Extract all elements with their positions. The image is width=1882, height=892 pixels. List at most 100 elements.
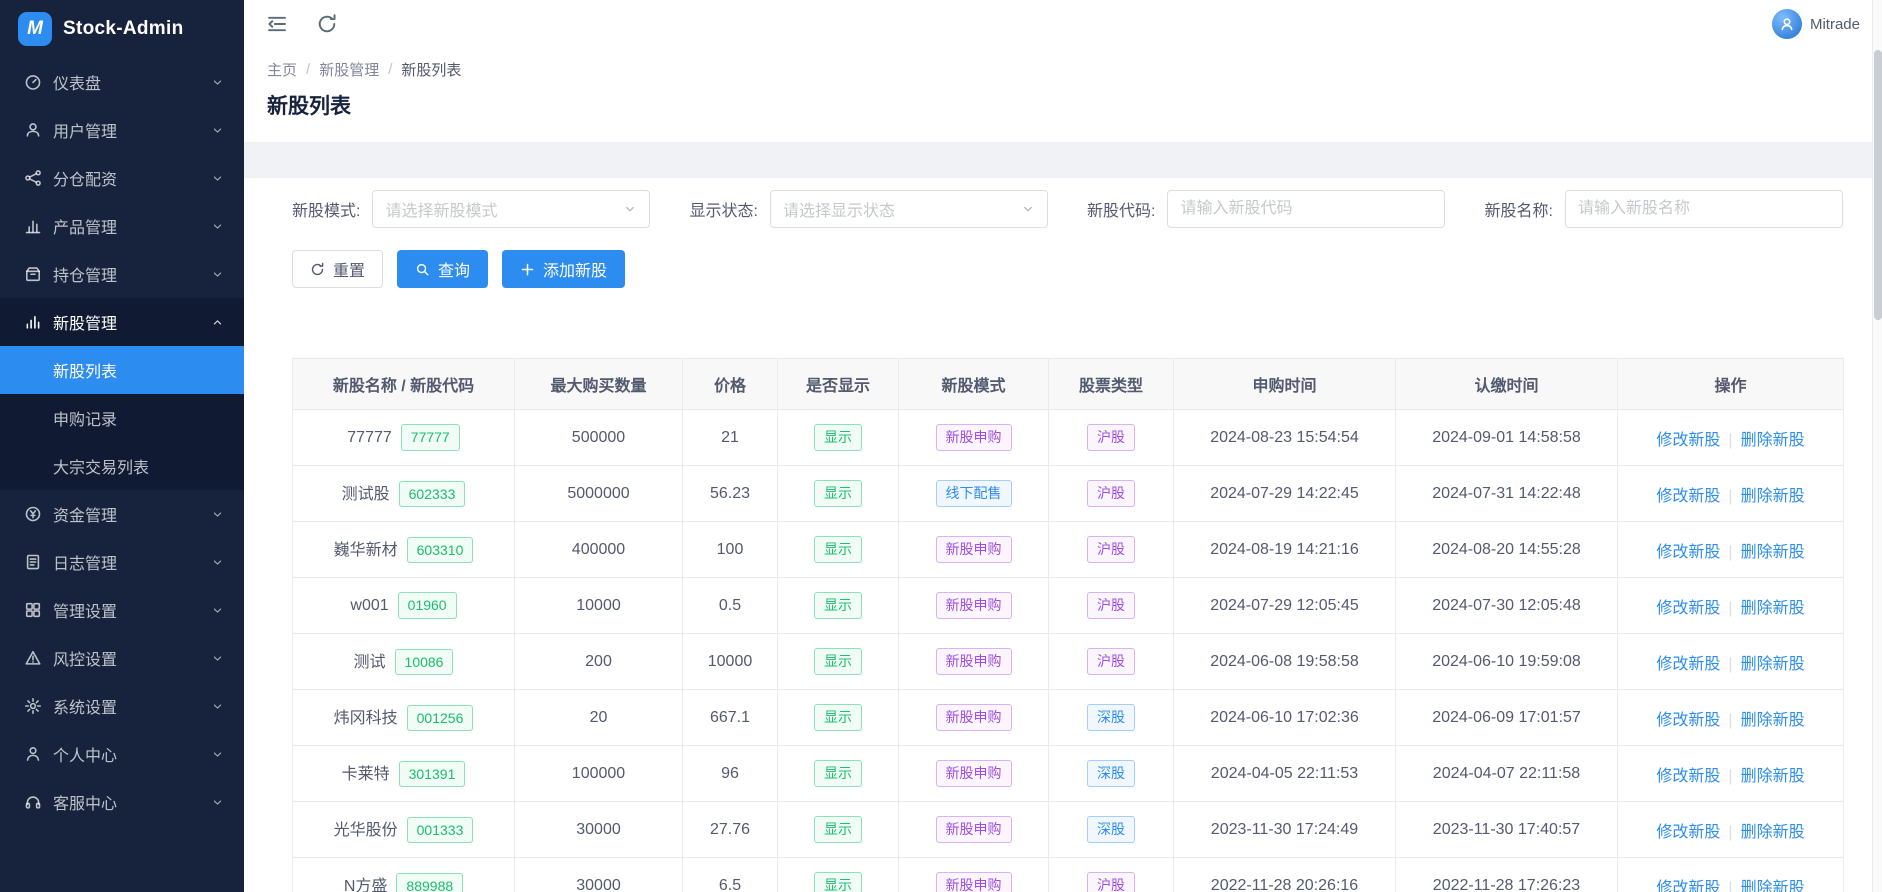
sidebar-subitem-label: 新股列表 xyxy=(53,358,117,382)
edit-stock-link[interactable]: 修改新股 xyxy=(1656,488,1720,505)
sidebar-item-新股管理[interactable]: 新股管理 xyxy=(0,298,244,346)
edit-stock-link[interactable]: 修改新股 xyxy=(1656,768,1720,785)
edit-stock-link[interactable]: 修改新股 xyxy=(1656,432,1720,449)
main-area: Mitrade 主页/新股管理/新股列表 新股列表 新股模式: 请选择新股模式 xyxy=(244,0,1882,892)
action-separator: | xyxy=(1728,712,1732,729)
edit-stock-link[interactable]: 修改新股 xyxy=(1656,712,1720,729)
scrollbar-thumb[interactable] xyxy=(1874,50,1882,320)
chevron-down-icon xyxy=(211,172,224,185)
action-separator: | xyxy=(1728,880,1732,892)
edit-stock-link[interactable]: 修改新股 xyxy=(1656,544,1720,561)
stock-type-cell: 深股 xyxy=(1049,690,1174,746)
sidebar-subitem-申购记录[interactable]: 申购记录 xyxy=(0,394,244,442)
sidebar-item-管理设置[interactable]: 管理设置 xyxy=(0,586,244,634)
stock-name-cell: w00101960 xyxy=(293,578,515,634)
edit-stock-link[interactable]: 修改新股 xyxy=(1656,824,1720,841)
sidebar-item-风控设置[interactable]: 风控设置 xyxy=(0,634,244,682)
breadcrumb-item[interactable]: 主页 xyxy=(267,59,297,80)
new-stock-name-input[interactable] xyxy=(1565,190,1843,228)
stock-type-cell: 深股 xyxy=(1049,802,1174,858)
visible-cell: 显示 xyxy=(778,802,899,858)
stock-name: w001 xyxy=(350,597,388,614)
sidebar-item-客服中心[interactable]: 客服中心 xyxy=(0,778,244,826)
sidebar-subitem-大宗交易列表[interactable]: 大宗交易列表 xyxy=(0,442,244,490)
visible-cell: 显示 xyxy=(778,634,899,690)
stock-name: 炜冈科技 xyxy=(334,710,398,727)
action-toolbar: 重置 查询 添加新股 xyxy=(292,250,1843,288)
add-stock-button[interactable]: 添加新股 xyxy=(502,250,625,288)
visible-cell: 显示 xyxy=(778,858,899,892)
action-separator: | xyxy=(1728,768,1732,785)
column-header: 价格 xyxy=(683,359,778,410)
stock-type-badge: 深股 xyxy=(1087,760,1135,786)
sidebar-item-用户管理[interactable]: 用户管理 xyxy=(0,106,244,154)
delete-stock-link[interactable]: 删除新股 xyxy=(1741,432,1805,449)
dashboard-icon xyxy=(24,73,42,91)
sidebar-item-个人中心[interactable]: 个人中心 xyxy=(0,730,244,778)
app-logo-icon: M xyxy=(18,12,52,46)
chevron-down-icon xyxy=(211,556,224,569)
stock-code-tag: 602333 xyxy=(399,481,466,507)
users-icon xyxy=(24,121,42,139)
delete-stock-link[interactable]: 删除新股 xyxy=(1741,712,1805,729)
search-button[interactable]: 查询 xyxy=(397,250,488,288)
sidebar-item-资金管理[interactable]: 资金管理 xyxy=(0,490,244,538)
delete-stock-link[interactable]: 删除新股 xyxy=(1741,656,1805,673)
filter-code-label: 新股代码: xyxy=(1087,197,1155,221)
edit-stock-link[interactable]: 修改新股 xyxy=(1656,656,1720,673)
vertical-scrollbar[interactable] xyxy=(1872,0,1882,892)
visible-badge: 显示 xyxy=(814,704,862,730)
edit-stock-link[interactable]: 修改新股 xyxy=(1656,880,1720,892)
confirm-time-cell: 2022-11-28 17:26:23 xyxy=(1396,858,1618,892)
sidebar-item-日志管理[interactable]: 日志管理 xyxy=(0,538,244,586)
stock-code-tag: 77777 xyxy=(401,424,460,450)
collapse-sidebar-icon[interactable] xyxy=(266,13,288,35)
sidebar-subitem-新股列表[interactable]: 新股列表 xyxy=(0,346,244,394)
stock-code-tag: 603310 xyxy=(407,537,474,563)
action-separator: | xyxy=(1728,824,1732,841)
sidebar-item-分仓配资[interactable]: 分仓配资 xyxy=(0,154,244,202)
visible-badge: 显示 xyxy=(814,760,862,786)
sidebar-item-持仓管理[interactable]: 持仓管理 xyxy=(0,250,244,298)
breadcrumb-item[interactable]: 新股管理 xyxy=(319,59,379,80)
sidebar-item-label: 系统设置 xyxy=(53,694,211,718)
delete-stock-link[interactable]: 删除新股 xyxy=(1741,768,1805,785)
delete-stock-link[interactable]: 删除新股 xyxy=(1741,544,1805,561)
edit-stock-link[interactable]: 修改新股 xyxy=(1656,600,1720,617)
chevron-down-icon xyxy=(211,652,224,665)
stock-table-wrap: 新股名称 / 新股代码最大购买数量价格是否显示新股模式股票类型申购时间认缴时间操… xyxy=(292,358,1843,892)
holdings-icon xyxy=(24,265,42,283)
sidebar-item-仪表盘[interactable]: 仪表盘 xyxy=(0,58,244,106)
warning-icon xyxy=(24,649,42,667)
delete-stock-link[interactable]: 删除新股 xyxy=(1741,488,1805,505)
display-status-select[interactable]: 请选择显示状态 xyxy=(770,190,1048,228)
mode-cell: 新股申购 xyxy=(899,858,1049,892)
table-header-row: 新股名称 / 新股代码最大购买数量价格是否显示新股模式股票类型申购时间认缴时间操… xyxy=(293,359,1844,410)
visible-badge: 显示 xyxy=(814,536,862,562)
visible-badge: 显示 xyxy=(814,648,862,674)
visible-cell: 显示 xyxy=(778,522,899,578)
stock-name-cell: 卡莱特301391 xyxy=(293,746,515,802)
new-stock-mode-select[interactable]: 请选择新股模式 xyxy=(372,190,650,228)
user-menu[interactable]: Mitrade xyxy=(1772,9,1860,39)
stock-type-badge: 沪股 xyxy=(1087,648,1135,674)
refresh-icon[interactable] xyxy=(316,13,338,35)
delete-stock-link[interactable]: 删除新股 xyxy=(1741,600,1805,617)
sidebar-item-系统设置[interactable]: 系统设置 xyxy=(0,682,244,730)
stock-type-cell: 沪股 xyxy=(1049,522,1174,578)
sidebar-subitem-label: 大宗交易列表 xyxy=(53,454,149,478)
sidebar-item-label: 资金管理 xyxy=(53,502,211,526)
chevron-down-icon xyxy=(211,700,224,713)
delete-stock-link[interactable]: 删除新股 xyxy=(1741,880,1805,892)
reset-button[interactable]: 重置 xyxy=(292,250,383,288)
mode-badge: 线下配售 xyxy=(936,480,1012,506)
new-stock-code-input[interactable] xyxy=(1167,190,1445,228)
breadcrumb-separator: / xyxy=(388,61,392,78)
delete-stock-link[interactable]: 删除新股 xyxy=(1741,824,1805,841)
stock-type-cell: 沪股 xyxy=(1049,466,1174,522)
mode-cell: 新股申购 xyxy=(899,690,1049,746)
sidebar-item-产品管理[interactable]: 产品管理 xyxy=(0,202,244,250)
stock-code-tag: 001333 xyxy=(407,817,474,843)
filter-group-name: 新股名称: xyxy=(1485,190,1843,228)
price-cell: 100 xyxy=(683,522,778,578)
